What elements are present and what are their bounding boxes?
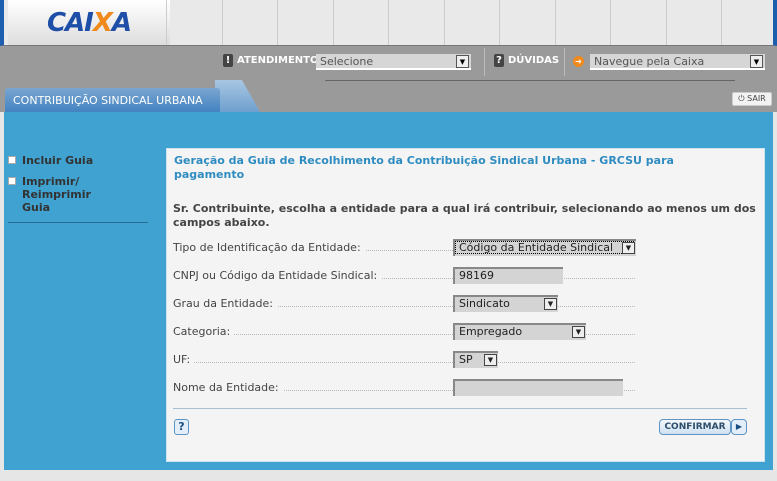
exclamation-icon: ! xyxy=(223,54,233,67)
navegue-select[interactable]: Navegue pela Caixa ▼ xyxy=(590,54,765,70)
field-label: UF: xyxy=(173,353,195,366)
cnpj-input[interactable]: 98169 xyxy=(453,267,563,284)
atendimento-select[interactable]: Selecione ▼ xyxy=(316,54,471,70)
row-cnpj: CNPJ ou Código da Entidade Sindical: 981… xyxy=(173,267,635,285)
divider xyxy=(173,408,747,409)
field-value: Sindicato xyxy=(459,297,510,310)
duvidas-label[interactable]: DÚVIDAS xyxy=(508,55,559,66)
row-categoria: Categoria: Empregado ▼ xyxy=(173,323,635,341)
bullet-icon xyxy=(8,156,16,164)
row-grau: Grau da Entidade: Sindicato ▼ xyxy=(173,295,635,313)
categoria-select[interactable]: Empregado ▼ xyxy=(453,323,586,340)
chevron-down-icon: ▼ xyxy=(622,242,635,254)
sair-button[interactable]: ⏻ SAIR xyxy=(732,92,772,106)
question-icon: ? xyxy=(494,54,504,67)
sair-label: SAIR xyxy=(747,94,766,103)
field-label: Grau da Entidade: xyxy=(173,297,277,310)
sidebar-item-incluir-guia[interactable]: Incluir Guia xyxy=(8,154,156,167)
field-label: Nome da Entidade: xyxy=(173,381,283,394)
caixa-logo[interactable]: CAIXA xyxy=(8,0,170,45)
field-label: Categoria: xyxy=(173,325,235,338)
sidebar-item-imprimir-guia[interactable]: Imprimir/ Reimprimir Guia xyxy=(8,175,156,214)
navegue-value: Navegue pela Caixa xyxy=(594,55,705,68)
sidebar-divider xyxy=(8,222,148,223)
atendimento-value: Selecione xyxy=(320,55,374,68)
sidebar: Incluir Guia Imprimir/ Reimprimir Guia xyxy=(8,154,156,223)
arrow-right-icon: ➜ xyxy=(573,56,584,67)
field-value: 98169 xyxy=(459,269,494,282)
play-arrow-icon[interactable]: ▶ xyxy=(731,419,747,435)
nome-entidade-input[interactable] xyxy=(453,379,623,396)
help-button[interactable]: ? xyxy=(174,419,189,435)
row-uf: UF: SP ▼ xyxy=(173,351,635,369)
field-label: CNPJ ou Código da Entidade Sindical: xyxy=(173,269,382,282)
field-label: Tipo de Identificação da Entidade: xyxy=(173,241,365,254)
bullet-icon xyxy=(8,177,16,185)
row-tipo-identificacao: Tipo de Identificação da Entidade: Códig… xyxy=(173,239,636,257)
chevron-down-icon: ▼ xyxy=(750,55,763,68)
chevron-down-icon: ▼ xyxy=(484,354,497,366)
atendimento-label: ATENDIMENTO xyxy=(237,55,319,66)
sidebar-item-label: Incluir Guia xyxy=(22,154,94,167)
chevron-down-icon: ▼ xyxy=(572,326,585,338)
sidebar-item-label: Imprimir/ Reimprimir Guia xyxy=(22,175,91,214)
top-header: CAIXA xyxy=(0,0,777,46)
tab-contribuicao-sindical[interactable]: CONTRIBUIÇÃO SINDICAL URBANA xyxy=(5,88,220,114)
page-title: Geração da Guia de Recolhimento da Contr… xyxy=(174,154,674,181)
field-value: Código da Entidade Sindical xyxy=(459,241,614,254)
intro-text: Sr. Contribuinte, escolha a entidade par… xyxy=(173,202,756,229)
field-value: SP xyxy=(459,353,473,366)
chevron-down-icon: ▼ xyxy=(456,55,469,68)
row-nome: Nome da Entidade: xyxy=(173,379,635,397)
confirm-button[interactable]: CONFIRMAR xyxy=(659,419,731,435)
field-value: Empregado xyxy=(459,325,523,338)
grau-select[interactable]: Sindicato ▼ xyxy=(453,295,558,312)
form-panel: Geração da Guia de Recolhimento da Contr… xyxy=(166,148,765,462)
tipo-identificacao-select[interactable]: Código da Entidade Sindical ▼ xyxy=(453,239,636,256)
uf-select[interactable]: SP ▼ xyxy=(453,351,498,368)
chevron-down-icon: ▼ xyxy=(544,298,557,310)
